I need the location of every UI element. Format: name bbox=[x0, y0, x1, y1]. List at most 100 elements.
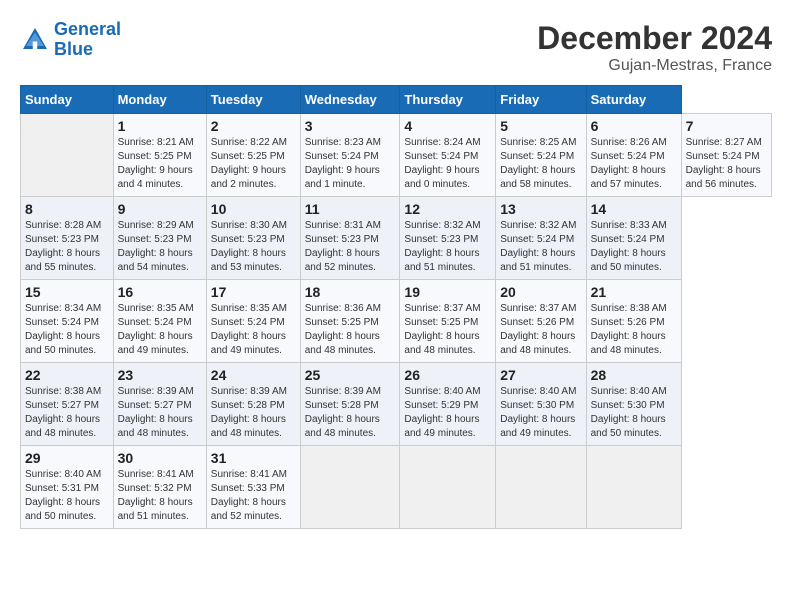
calendar-cell: 3 Sunrise: 8:23 AMSunset: 5:24 PMDaylight… bbox=[300, 114, 400, 197]
day-number: 22 bbox=[25, 367, 109, 383]
calendar-cell: 20 Sunrise: 8:37 AMSunset: 5:26 PMDayligh… bbox=[496, 280, 586, 363]
day-number: 17 bbox=[211, 284, 296, 300]
day-number: 29 bbox=[25, 450, 109, 466]
day-number: 27 bbox=[500, 367, 581, 383]
calendar-cell bbox=[400, 446, 496, 529]
day-number: 31 bbox=[211, 450, 296, 466]
day-info: Sunrise: 8:23 AMSunset: 5:24 PMDaylight:… bbox=[305, 136, 396, 192]
logo-line2: Blue bbox=[54, 39, 93, 59]
calendar-cell: 5Sunrise: 8:25 AMSunset: 5:24 PMDaylight… bbox=[496, 114, 586, 197]
calendar-cell: 26 Sunrise: 8:40 AMSunset: 5:29 PMDayligh… bbox=[400, 363, 496, 446]
calendar-cell: 8 Sunrise: 8:28 AMSunset: 5:23 PMDaylight… bbox=[21, 197, 114, 280]
calendar-cell: 23Sunrise: 8:39 AMSunset: 5:27 PMDayligh… bbox=[113, 363, 206, 446]
logo-icon bbox=[20, 25, 50, 55]
day-number: 4 bbox=[404, 118, 491, 134]
day-number: 25 bbox=[305, 367, 396, 383]
calendar-cell: 16 Sunrise: 8:35 AMSunset: 5:24 PMDayligh… bbox=[113, 280, 206, 363]
day-number: 8 bbox=[25, 201, 109, 217]
calendar-cell: 22 Sunrise: 8:38 AMSunset: 5:27 PMDayligh… bbox=[21, 363, 114, 446]
calendar-cell: 24 Sunrise: 8:39 AMSunset: 5:28 PMDayligh… bbox=[206, 363, 300, 446]
calendar-cell: 15 Sunrise: 8:34 AMSunset: 5:24 PMDayligh… bbox=[21, 280, 114, 363]
weekday-header: Monday bbox=[113, 86, 206, 114]
day-number: 19 bbox=[404, 284, 491, 300]
calendar-cell: 7 Sunrise: 8:27 AMSunset: 5:24 PMDaylight… bbox=[681, 114, 771, 197]
calendar-cell: 1Sunrise: 8:21 AMSunset: 5:25 PMDaylight… bbox=[113, 114, 206, 197]
calendar-table: SundayMondayTuesdayWednesdayThursdayFrid… bbox=[20, 85, 772, 529]
day-info: Sunrise: 8:39 AMSunset: 5:28 PMDaylight:… bbox=[305, 385, 396, 441]
calendar-week-row: 1Sunrise: 8:21 AMSunset: 5:25 PMDaylight… bbox=[21, 114, 772, 197]
calendar-cell: 18Sunrise: 8:36 AMSunset: 5:25 PMDayligh… bbox=[300, 280, 400, 363]
calendar-cell: 12Sunrise: 8:32 AMSunset: 5:23 PMDayligh… bbox=[400, 197, 496, 280]
calendar-cell: 27 Sunrise: 8:40 AMSunset: 5:30 PMDayligh… bbox=[496, 363, 586, 446]
day-number: 12 bbox=[404, 201, 491, 217]
calendar-cell bbox=[300, 446, 400, 529]
day-info: Sunrise: 8:37 AMSunset: 5:26 PMDaylight:… bbox=[500, 302, 581, 358]
day-info: Sunrise: 8:34 AMSunset: 5:24 PMDaylight:… bbox=[25, 302, 109, 358]
logo-line1: General bbox=[54, 19, 121, 39]
day-number: 10 bbox=[211, 201, 296, 217]
calendar-cell: 31 Sunrise: 8:41 AMSunset: 5:33 PMDayligh… bbox=[206, 446, 300, 529]
day-number: 28 bbox=[591, 367, 677, 383]
logo-text: General Blue bbox=[54, 20, 121, 60]
calendar-week-row: 8 Sunrise: 8:28 AMSunset: 5:23 PMDaylight… bbox=[21, 197, 772, 280]
calendar-cell: 13 Sunrise: 8:32 AMSunset: 5:24 PMDayligh… bbox=[496, 197, 586, 280]
weekday-header: Sunday bbox=[21, 86, 114, 114]
page-header: General Blue December 2024 Gujan-Mestras… bbox=[20, 20, 772, 75]
day-info: Sunrise: 8:41 AMSunset: 5:33 PMDaylight:… bbox=[211, 468, 296, 524]
calendar-cell: 9 Sunrise: 8:29 AMSunset: 5:23 PMDaylight… bbox=[113, 197, 206, 280]
calendar-cell: 25 Sunrise: 8:39 AMSunset: 5:28 PMDayligh… bbox=[300, 363, 400, 446]
day-number: 7 bbox=[686, 118, 767, 134]
calendar-week-row: 15 Sunrise: 8:34 AMSunset: 5:24 PMDayligh… bbox=[21, 280, 772, 363]
day-info: Sunrise: 8:35 AMSunset: 5:24 PMDaylight:… bbox=[211, 302, 296, 358]
calendar-week-row: 22 Sunrise: 8:38 AMSunset: 5:27 PMDayligh… bbox=[21, 363, 772, 446]
day-info: Sunrise: 8:28 AMSunset: 5:23 PMDaylight:… bbox=[25, 219, 109, 275]
day-number: 5 bbox=[500, 118, 581, 134]
calendar-cell bbox=[586, 446, 681, 529]
day-info: Sunrise: 8:40 AMSunset: 5:30 PMDaylight:… bbox=[591, 385, 677, 441]
day-info: Sunrise: 8:27 AMSunset: 5:24 PMDaylight:… bbox=[686, 136, 767, 192]
weekday-header: Tuesday bbox=[206, 86, 300, 114]
day-info: Sunrise: 8:36 AMSunset: 5:25 PMDaylight:… bbox=[305, 302, 396, 358]
day-number: 14 bbox=[591, 201, 677, 217]
day-info: Sunrise: 8:32 AMSunset: 5:24 PMDaylight:… bbox=[500, 219, 581, 275]
day-number: 24 bbox=[211, 367, 296, 383]
day-number: 1 bbox=[118, 118, 202, 134]
day-number: 13 bbox=[500, 201, 581, 217]
calendar-cell: 30 Sunrise: 8:41 AMSunset: 5:32 PMDayligh… bbox=[113, 446, 206, 529]
calendar-cell: 4Sunrise: 8:24 AMSunset: 5:24 PMDaylight… bbox=[400, 114, 496, 197]
calendar-cell: 14 Sunrise: 8:33 AMSunset: 5:24 PMDayligh… bbox=[586, 197, 681, 280]
day-info: Sunrise: 8:39 AMSunset: 5:27 PMDaylight:… bbox=[118, 385, 202, 441]
day-info: Sunrise: 8:40 AMSunset: 5:31 PMDaylight:… bbox=[25, 468, 109, 524]
weekday-header: Thursday bbox=[400, 86, 496, 114]
day-info: Sunrise: 8:35 AMSunset: 5:24 PMDaylight:… bbox=[118, 302, 202, 358]
weekday-header: Wednesday bbox=[300, 86, 400, 114]
day-info: Sunrise: 8:29 AMSunset: 5:23 PMDaylight:… bbox=[118, 219, 202, 275]
logo: General Blue bbox=[20, 20, 121, 60]
day-info: Sunrise: 8:33 AMSunset: 5:24 PMDaylight:… bbox=[591, 219, 677, 275]
calendar-cell: 17 Sunrise: 8:35 AMSunset: 5:24 PMDayligh… bbox=[206, 280, 300, 363]
calendar-cell: 11Sunrise: 8:31 AMSunset: 5:23 PMDayligh… bbox=[300, 197, 400, 280]
day-number: 20 bbox=[500, 284, 581, 300]
day-info: Sunrise: 8:41 AMSunset: 5:32 PMDaylight:… bbox=[118, 468, 202, 524]
weekday-header-row: SundayMondayTuesdayWednesdayThursdayFrid… bbox=[21, 86, 772, 114]
day-number: 11 bbox=[305, 201, 396, 217]
weekday-header: Saturday bbox=[586, 86, 681, 114]
day-number: 30 bbox=[118, 450, 202, 466]
subtitle: Gujan-Mestras, France bbox=[537, 57, 772, 75]
calendar-cell: 19Sunrise: 8:37 AMSunset: 5:25 PMDayligh… bbox=[400, 280, 496, 363]
day-number: 21 bbox=[591, 284, 677, 300]
day-number: 9 bbox=[118, 201, 202, 217]
day-number: 3 bbox=[305, 118, 396, 134]
day-info: Sunrise: 8:40 AMSunset: 5:29 PMDaylight:… bbox=[404, 385, 491, 441]
day-number: 2 bbox=[211, 118, 296, 134]
weekday-header: Friday bbox=[496, 86, 586, 114]
day-info: Sunrise: 8:38 AMSunset: 5:27 PMDaylight:… bbox=[25, 385, 109, 441]
calendar-cell bbox=[21, 114, 114, 197]
day-number: 15 bbox=[25, 284, 109, 300]
day-number: 26 bbox=[404, 367, 491, 383]
calendar-cell: 29 Sunrise: 8:40 AMSunset: 5:31 PMDayligh… bbox=[21, 446, 114, 529]
day-number: 16 bbox=[118, 284, 202, 300]
day-info: Sunrise: 8:22 AMSunset: 5:25 PMDaylight:… bbox=[211, 136, 296, 192]
day-info: Sunrise: 8:39 AMSunset: 5:28 PMDaylight:… bbox=[211, 385, 296, 441]
day-info: Sunrise: 8:40 AMSunset: 5:30 PMDaylight:… bbox=[500, 385, 581, 441]
